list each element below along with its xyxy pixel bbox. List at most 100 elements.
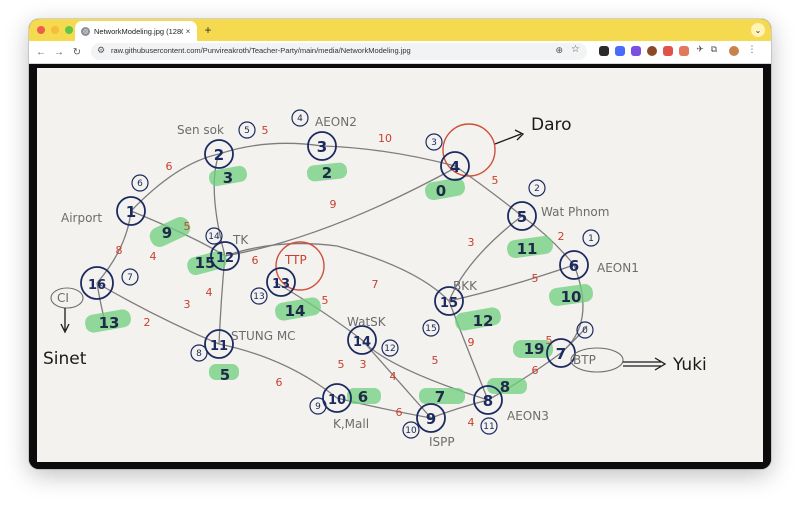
label-sinet: Sinet	[43, 349, 87, 369]
edge	[218, 142, 323, 155]
edge-weight: 3	[360, 358, 367, 371]
extensions-icon[interactable]: ⧉	[709, 44, 719, 54]
profile-avatar[interactable]	[729, 46, 739, 56]
edge-weight: 5	[492, 174, 499, 187]
address-bar[interactable]: ⚙ raw.githubusercontent.com/Punvireakrot…	[91, 43, 587, 60]
label-ispp: ISPP	[429, 435, 455, 449]
label-aeon1: AEON1	[597, 261, 639, 275]
forward-icon[interactable]: →	[52, 45, 66, 59]
node-label: 7	[556, 345, 566, 363]
edge-weight: 4	[468, 416, 475, 429]
edge-weight: 2	[558, 230, 565, 243]
node-label: 4	[450, 158, 460, 176]
edge-weight: 5	[532, 272, 539, 285]
id-label: 10	[405, 426, 417, 436]
edge-weight: 5	[546, 334, 553, 347]
sinet-arrow	[60, 308, 70, 334]
browser-window: ◎ NetworkModeling.jpg (1280× × + ⌄ ← → ↻…	[29, 19, 771, 469]
edge-weight: 6	[166, 160, 173, 173]
label-yuki: Yuki	[672, 355, 707, 375]
node-label: 5	[517, 208, 527, 226]
edge-weight: 2	[144, 316, 151, 329]
node-label: 15	[440, 296, 458, 311]
edge-weight: 4	[206, 286, 213, 299]
node-label: 11	[210, 339, 228, 354]
edge	[96, 210, 132, 284]
zoom-icon[interactable]: ⊕	[555, 45, 563, 56]
mark-label: 19	[524, 340, 545, 358]
extension-icon[interactable]	[599, 46, 609, 56]
mark-label: 0	[436, 182, 446, 200]
mark-label: 13	[99, 314, 120, 332]
more-icon[interactable]: ⋮	[747, 44, 757, 54]
edge-weight: 10	[378, 132, 392, 145]
node-label: 2	[214, 146, 224, 164]
close-tab-icon[interactable]: ×	[183, 27, 193, 36]
id-label: 4	[297, 114, 303, 124]
edge-weight: 9	[330, 198, 337, 211]
window-controls	[37, 26, 73, 34]
extension-icon[interactable]: ✈	[695, 44, 705, 54]
maximize-window-button[interactable]	[65, 26, 73, 34]
back-icon[interactable]: ←	[34, 45, 48, 59]
yuki-arrow	[623, 357, 667, 371]
edge-weight: 5	[432, 354, 439, 367]
mark-label: 10	[561, 288, 582, 306]
id-label: 12	[384, 344, 395, 354]
star-icon[interactable]: ☆	[571, 44, 580, 55]
extension-icon[interactable]	[647, 46, 657, 56]
mark-label: 9	[162, 224, 172, 242]
mark-label: 11	[517, 240, 538, 258]
tab-search-button[interactable]: ⌄	[751, 23, 765, 37]
mark-label: 8	[500, 378, 510, 396]
extension-icon[interactable]	[615, 46, 625, 56]
mark-label: 7	[435, 388, 445, 406]
network-sketch: 1 2 3 4 5 6 7 8 9 10 11 12 13 14 15 16 6…	[43, 109, 707, 449]
tune-icon[interactable]: ⚙	[97, 45, 105, 56]
node-label: 8	[483, 392, 493, 410]
extension-icon[interactable]	[663, 46, 673, 56]
label-daro: Daro	[531, 115, 572, 135]
mark-label: 5	[220, 366, 230, 384]
mark-label: 15	[195, 254, 216, 272]
edge	[224, 167, 456, 257]
extension-icon[interactable]	[679, 46, 689, 56]
edge-weight: 6	[532, 364, 539, 377]
mark-label: 12	[473, 312, 494, 330]
id-label: 9	[315, 402, 321, 412]
new-tab-button[interactable]: +	[201, 23, 215, 37]
tab-network-modeling[interactable]: ◎ NetworkModeling.jpg (1280× ×	[75, 21, 197, 41]
edge-lines	[96, 142, 588, 419]
id-label: 15	[425, 324, 436, 334]
edge-weight: 4	[150, 250, 157, 263]
label-tk: TK	[232, 233, 249, 247]
label-stung-mc: STUNG MC	[231, 329, 296, 343]
id-label: 11	[483, 422, 494, 432]
id-label: 0	[582, 326, 588, 336]
mark-label: 6	[358, 388, 368, 406]
edge-weight: 6	[396, 406, 403, 419]
edge-weight: 3	[468, 236, 475, 249]
id-label: 3	[431, 138, 437, 148]
close-window-button[interactable]	[37, 26, 45, 34]
extension-icon[interactable]	[631, 46, 641, 56]
node-label: 9	[426, 410, 436, 428]
label-k-mall: K,Mall	[333, 417, 369, 431]
edge-weight: 9	[468, 336, 475, 349]
label-bkk: BKK	[453, 279, 478, 293]
edge-weight: 5	[322, 294, 329, 307]
id-label: 6	[137, 179, 143, 189]
id-label: 5	[244, 126, 250, 136]
minimize-window-button[interactable]	[51, 26, 59, 34]
label-sen-sok: Sen sok	[177, 123, 224, 137]
label-aeon3: AEON3	[507, 409, 549, 423]
edge	[130, 153, 220, 212]
label-aeon2: AEON2	[315, 115, 357, 129]
edge-weight: 5	[338, 358, 345, 371]
id-label: 14	[208, 232, 220, 242]
reload-icon[interactable]: ↻	[70, 45, 84, 59]
id-label: 2	[534, 184, 540, 194]
network-modeling-photo: 1 2 3 4 5 6 7 8 9 10 11 12 13 14 15 16 6…	[37, 68, 763, 462]
globe-icon: ◎	[81, 26, 90, 36]
url-text[interactable]: raw.githubusercontent.com/Punvireakroth/…	[111, 46, 411, 55]
